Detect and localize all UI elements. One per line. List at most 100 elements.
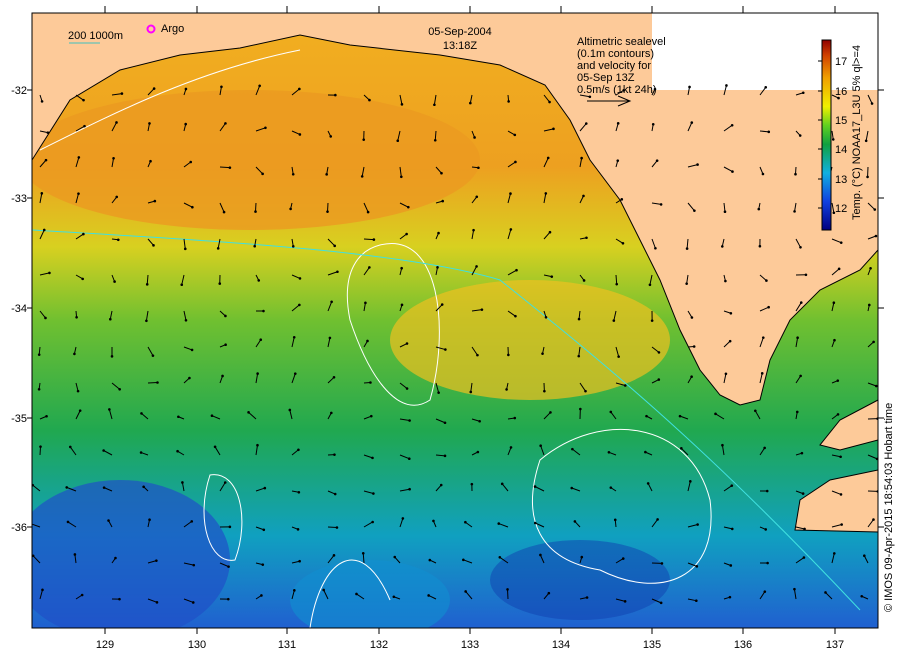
- velocity-arrow-head: [754, 409, 757, 413]
- lat-tick-label: -35: [11, 413, 27, 425]
- velocity-arrow-head: [118, 597, 121, 601]
- legend-line: and velocity for: [577, 60, 651, 72]
- velocity-arrow-head: [645, 414, 648, 418]
- velocity-arrow-head: [298, 87, 301, 91]
- velocity-arrow-head: [584, 389, 587, 393]
- velocity-arrow-head: [257, 279, 261, 282]
- argo-label: Argo: [161, 23, 184, 35]
- velocity-arrow-head: [469, 390, 473, 394]
- velocity-arrow-head: [507, 353, 510, 357]
- velocity-arrow-head: [475, 195, 479, 199]
- colorbar-tick: 16: [835, 86, 847, 98]
- velocity-arrow-head: [405, 387, 409, 390]
- velocity-arrow-head: [544, 315, 548, 319]
- velocity-arrow-head: [188, 376, 191, 380]
- velocity-arrow-head: [107, 519, 110, 522]
- velocity-arrow-head: [839, 455, 842, 459]
- velocity-arrow-head: [480, 308, 484, 311]
- velocity-arrow-head: [690, 375, 693, 379]
- velocity-arrow-head: [804, 273, 808, 277]
- velocity-arrow-head: [514, 160, 517, 164]
- velocity-arrow-head: [541, 352, 544, 355]
- legend-line: 05-Sep 13Z: [577, 72, 635, 84]
- velocity-arrow-head: [40, 192, 44, 195]
- velocity-arrow-head: [730, 123, 734, 127]
- colorbar-tick: 17: [835, 56, 847, 68]
- velocity-arrow-head: [765, 279, 768, 282]
- velocity-arrow-head: [509, 228, 513, 231]
- velocity-arrow-head: [66, 520, 70, 524]
- velocity-arrow-head: [803, 527, 806, 531]
- velocity-arrow-head: [145, 319, 148, 323]
- map-svg: -32 -33 -34 -35 -36 129 130 131 132 133 …: [11, 6, 895, 651]
- velocity-arrow-head: [443, 454, 447, 458]
- velocity-arrow-head: [472, 228, 475, 232]
- velocity-arrow-head: [40, 100, 44, 103]
- velocity-arrow-head: [729, 564, 733, 567]
- velocity-arrow-head: [393, 555, 397, 559]
- velocity-arrow-head: [82, 232, 85, 236]
- velocity-arrow-head: [326, 210, 329, 213]
- velocity-arrow-head: [224, 343, 227, 347]
- velocity-arrow-head: [108, 408, 111, 411]
- velocity-arrow-head: [548, 100, 551, 104]
- velocity-arrow-head: [690, 316, 694, 319]
- velocity-arrow-head: [612, 319, 616, 322]
- velocity-arrow-head: [41, 588, 44, 592]
- velocity-arrow-head: [355, 592, 358, 596]
- velocity-arrow-head: [798, 134, 802, 137]
- velocity-arrow-head: [330, 300, 333, 304]
- velocity-arrow-head: [799, 246, 802, 249]
- velocity-arrow-head: [440, 171, 443, 175]
- no-data-region: [652, 13, 878, 90]
- velocity-arrow-head: [439, 483, 443, 487]
- velocity-arrow-head: [680, 447, 683, 450]
- velocity-arrow-head: [678, 414, 682, 418]
- velocity-arrow-head: [183, 247, 187, 251]
- velocity-arrow-head: [110, 355, 114, 358]
- colorbar-label: Temp. (°C) NOAA17_L3U 5% ql>=4: [851, 45, 863, 220]
- velocity-arrow-head: [730, 484, 734, 487]
- velocity-arrow-head: [184, 318, 188, 322]
- velocity-arrow-head: [254, 210, 257, 213]
- velocity-arrow-head: [78, 409, 82, 412]
- velocity-arrow-head: [184, 122, 188, 126]
- velocity-arrow-head: [364, 301, 367, 305]
- lon-tick-label: 130: [188, 639, 206, 651]
- velocity-arrow-head: [407, 457, 411, 460]
- velocity-arrow-head: [408, 419, 411, 422]
- velocity-arrow-head: [260, 594, 263, 597]
- velocity-arrow-head: [725, 84, 728, 87]
- velocity-arrow-head: [81, 277, 84, 281]
- velocity-arrow-head: [184, 87, 188, 91]
- velocity-arrow-head: [874, 234, 878, 238]
- velocity-arrow-head: [657, 351, 661, 354]
- velocity-arrow-head: [758, 244, 762, 248]
- velocity-arrow-head: [462, 558, 465, 562]
- velocity-arrow-head: [443, 421, 447, 425]
- velocity-arrow-head: [396, 139, 400, 143]
- velocity-arrow-head: [361, 551, 365, 555]
- velocity-arrow-head: [720, 245, 724, 248]
- velocity-arrow-head: [796, 336, 799, 340]
- velocity-arrow-head: [149, 159, 152, 163]
- velocity-arrow-head: [514, 314, 517, 318]
- velocity-arrow-head: [298, 303, 301, 307]
- velocity-arrow-head: [609, 486, 613, 489]
- velocity-arrow-head: [432, 519, 435, 523]
- velocity-arrow-head: [332, 554, 336, 557]
- velocity-arrow-head: [696, 163, 699, 166]
- velocity-arrow-head: [192, 563, 196, 567]
- velocity-arrow-head: [657, 378, 661, 381]
- velocity-arrow-head: [176, 449, 179, 453]
- velocity-arrow-head: [548, 230, 552, 234]
- velocity-arrow-head: [513, 133, 517, 137]
- velocity-arrow-head: [400, 303, 404, 307]
- velocity-arrow-head: [115, 121, 118, 124]
- velocity-arrow-head: [46, 131, 50, 134]
- velocity-arrow-head: [261, 172, 264, 176]
- velocity-arrow-head: [148, 518, 151, 521]
- velocity-arrow-head: [263, 486, 267, 490]
- velocity-arrow-head: [441, 199, 445, 203]
- warm-patch: [390, 280, 670, 400]
